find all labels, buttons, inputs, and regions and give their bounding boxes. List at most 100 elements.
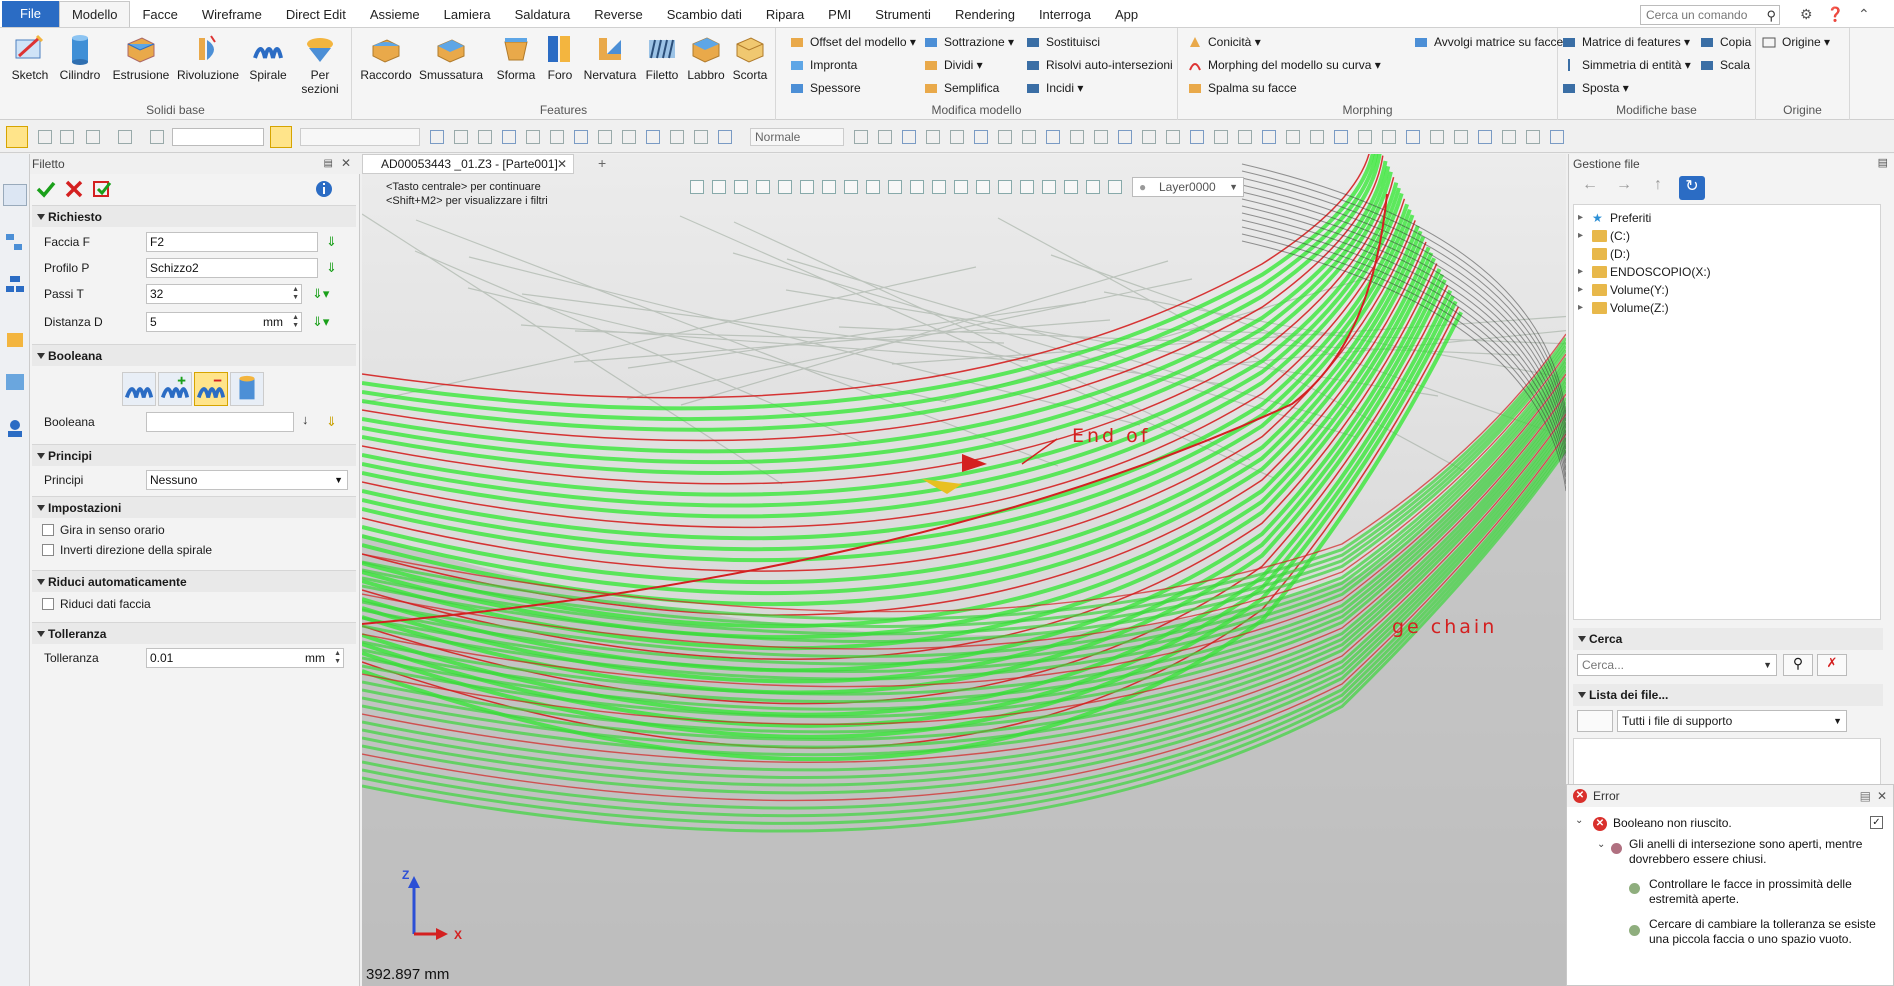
risolvi-auto-intersezioni-button[interactable]: Risolvi auto-intersezioni xyxy=(1026,55,1173,75)
toolbar-tool-icon[interactable] xyxy=(1238,130,1252,144)
menu-tab-scambio-dati[interactable]: Scambio dati xyxy=(655,3,754,27)
toolbar-tool-icon[interactable] xyxy=(694,130,708,144)
active-filter-icon[interactable] xyxy=(270,126,292,148)
history-icon[interactable] xyxy=(150,130,164,144)
document-tab[interactable]: AD00053443 _01.Z3 - [Parte001] ✕ xyxy=(362,154,574,174)
menu-tab-pmi[interactable]: PMI xyxy=(816,3,863,27)
forward-icon[interactable]: → xyxy=(1611,176,1637,200)
cerca-input[interactable]: Cerca... ▼ xyxy=(1577,654,1777,676)
toolbar-tool-icon[interactable] xyxy=(1070,130,1084,144)
menu-tab-assieme[interactable]: Assieme xyxy=(358,3,432,27)
error-ack-checkbox[interactable]: ✓ xyxy=(1870,816,1883,829)
view-options-icon[interactable] xyxy=(1577,710,1613,732)
menu-tab-lamiera[interactable]: Lamiera xyxy=(432,3,503,27)
impronta-button[interactable]: Impronta xyxy=(790,55,857,75)
view-mode-dropdown[interactable]: Normale xyxy=(750,128,844,146)
assembly-tab-icon[interactable] xyxy=(4,232,26,252)
booleana-field[interactable] xyxy=(146,412,294,432)
cilindro-button[interactable]: Cilindro xyxy=(54,32,106,82)
filter-icon[interactable] xyxy=(118,130,132,144)
faccia-field[interactable]: F2 xyxy=(146,232,318,252)
toolbar-tool-icon[interactable] xyxy=(1430,130,1444,144)
menu-tab-direct-edit[interactable]: Direct Edit xyxy=(274,3,358,27)
morphing-curva-button[interactable]: Morphing del modello su curva ▾ xyxy=(1188,55,1381,75)
labbro-button[interactable]: Labbro xyxy=(684,32,728,82)
menu-tab-file[interactable]: File xyxy=(2,1,59,27)
toolbar-tool-icon[interactable] xyxy=(1406,130,1420,144)
cancel-icon[interactable] xyxy=(62,178,86,200)
matrice-features-button[interactable]: Matrice di features ▾ xyxy=(1562,32,1690,52)
per-sezioni-button[interactable]: Per sezioni xyxy=(294,32,346,96)
viewport-tool-icon[interactable] xyxy=(1108,180,1122,194)
section-tolleranza[interactable]: Tolleranza xyxy=(32,622,356,644)
toolbar-tool-icon[interactable] xyxy=(1358,130,1372,144)
layer-dropdown[interactable]: ● Layer0000 ▼ xyxy=(1132,177,1244,197)
menu-tab-strumenti[interactable]: Strumenti xyxy=(863,3,943,27)
toolbar-tool-icon[interactable] xyxy=(1382,130,1396,144)
close-icon[interactable]: ✕ xyxy=(341,156,351,170)
info-icon[interactable] xyxy=(312,178,336,200)
section-riduci[interactable]: Riduci automaticamente xyxy=(32,570,356,592)
toolbar-tool-icon[interactable] xyxy=(1094,130,1108,144)
toolbar-tool-icon[interactable] xyxy=(718,130,732,144)
boolean-add-icon[interactable] xyxy=(158,372,192,406)
estrusione-button[interactable]: Estrusione xyxy=(112,32,170,82)
toolbar-tool-icon[interactable] xyxy=(622,130,636,144)
pick-mode-icon[interactable] xyxy=(86,130,100,144)
boolean-base-icon[interactable] xyxy=(122,372,156,406)
toolbar-tool-icon[interactable] xyxy=(1334,130,1348,144)
viewport-tool-icon[interactable] xyxy=(734,180,748,194)
inverti-checkbox[interactable] xyxy=(42,544,54,556)
section-lista-file[interactable]: Lista dei file... xyxy=(1573,684,1883,706)
collapse-main-icon[interactable]: ⌄ xyxy=(1575,815,1583,826)
expand-icon[interactable]: ▸ xyxy=(1578,263,1583,281)
add-tab-icon[interactable]: + xyxy=(598,155,606,171)
foro-button[interactable]: Foro xyxy=(540,32,580,82)
profilo-pick-icon[interactable]: ⇓ xyxy=(326,260,337,276)
confirm-icon[interactable] xyxy=(34,178,58,200)
toolbar-tool-icon[interactable] xyxy=(1286,130,1300,144)
toolbar-tool-icon[interactable] xyxy=(950,130,964,144)
viewport-tool-icon[interactable] xyxy=(932,180,946,194)
toolbar-tool-icon[interactable] xyxy=(1142,130,1156,144)
sforma-button[interactable]: Sforma xyxy=(490,32,542,82)
viewport-tool-icon[interactable] xyxy=(1042,180,1056,194)
spirale-button[interactable]: Spirale xyxy=(242,32,294,82)
boolean-intersect-icon[interactable] xyxy=(230,372,264,406)
toolbar-tool-icon[interactable] xyxy=(902,130,916,144)
section-principi[interactable]: Principi xyxy=(32,444,356,466)
simmetria-button[interactable]: Simmetria di entità ▾ xyxy=(1562,55,1691,75)
pin-icon[interactable]: ▤ xyxy=(324,158,333,169)
scorta-button[interactable]: Scorta xyxy=(728,32,772,82)
toolbar-tool-icon[interactable] xyxy=(1478,130,1492,144)
help-icon[interactable]: ❓ xyxy=(1827,6,1844,23)
expand-icon[interactable]: ▸ xyxy=(1578,227,1583,245)
toolbar-tool-icon[interactable] xyxy=(1046,130,1060,144)
toolbar-tool-icon[interactable] xyxy=(550,130,564,144)
tolleranza-field[interactable]: 0.01 mm ▲ ▼ xyxy=(146,648,344,668)
toolbar-tool-icon[interactable] xyxy=(574,130,588,144)
offset-modello-button[interactable]: Offset del modello ▾ xyxy=(790,32,916,52)
menu-tab-wireframe[interactable]: Wireframe xyxy=(190,3,274,27)
toolbar-tool-icon[interactable] xyxy=(502,130,516,144)
toolbar-tool-icon[interactable] xyxy=(1118,130,1132,144)
menu-tab-facce[interactable]: Facce xyxy=(130,3,189,27)
viewport-tool-icon[interactable] xyxy=(712,180,726,194)
toolbar-tool-icon[interactable] xyxy=(670,130,684,144)
copia-button[interactable]: Copia xyxy=(1700,32,1751,52)
avvolgi-matrice-button[interactable]: Avvolgi matrice su facce xyxy=(1414,32,1563,52)
error-close-icon[interactable]: ✕ xyxy=(1877,785,1887,807)
apply-icon[interactable] xyxy=(90,178,114,200)
viewport-tool-icon[interactable] xyxy=(756,180,770,194)
viewport-tool-icon[interactable] xyxy=(910,180,924,194)
expand-icon[interactable]: ▸ xyxy=(1578,281,1583,299)
viewport-tool-icon[interactable] xyxy=(976,180,990,194)
menu-tab-saldatura[interactable]: Saldatura xyxy=(503,3,583,27)
toolbar-tool-icon[interactable] xyxy=(1166,130,1180,144)
toolbar-tool-icon[interactable] xyxy=(1214,130,1228,144)
clear-search-icon[interactable]: ✗ xyxy=(1817,654,1847,676)
settings-icon[interactable]: ⚙ xyxy=(1800,6,1813,23)
viewport-tool-icon[interactable] xyxy=(1020,180,1034,194)
tolleranza-spinner[interactable]: ▲ ▼ xyxy=(334,650,341,666)
select-tool-icon[interactable] xyxy=(6,126,28,148)
